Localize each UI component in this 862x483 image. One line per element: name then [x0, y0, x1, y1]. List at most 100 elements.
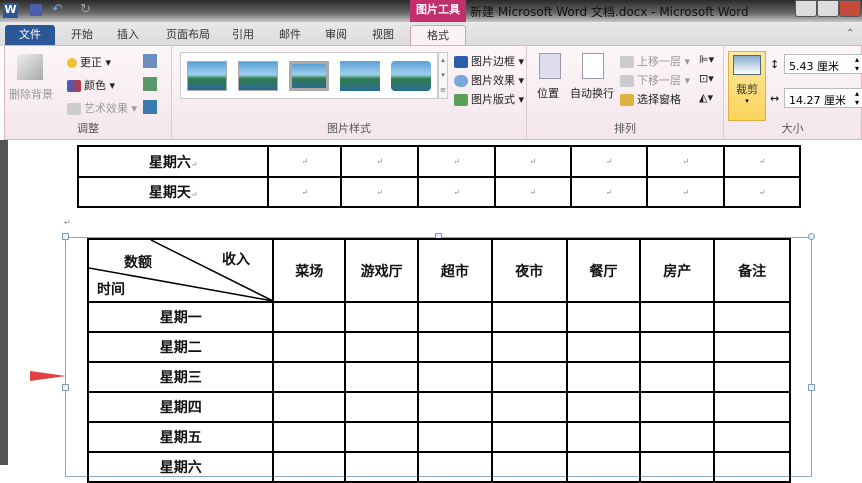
- tab-mailings[interactable]: 邮件: [272, 25, 308, 46]
- resize-handle[interactable]: [808, 233, 815, 240]
- row-label[interactable]: 星期天↵: [76, 176, 270, 208]
- redo-icon[interactable]: ↻: [80, 2, 91, 17]
- table-cell[interactable]: [344, 331, 419, 363]
- tab-insert[interactable]: 插入: [108, 25, 148, 46]
- table-cell[interactable]: [639, 331, 716, 363]
- picture-effects-button[interactable]: 图片效果 ▾: [454, 72, 524, 88]
- remove-background-button[interactable]: 删除背景: [9, 86, 53, 102]
- table-cell[interactable]: [417, 391, 493, 423]
- table-cell[interactable]: [272, 451, 347, 483]
- table-cell[interactable]: [490, 301, 568, 333]
- table-cell[interactable]: [565, 331, 642, 363]
- undo-icon[interactable]: ↶: [52, 2, 63, 17]
- resize-handle[interactable]: [808, 384, 815, 391]
- group-icon[interactable]: ⊡▾: [699, 72, 714, 85]
- minimize-button[interactable]: [795, 0, 817, 17]
- table-cell[interactable]: [344, 391, 419, 423]
- table-cell[interactable]: [417, 331, 493, 363]
- table-cell[interactable]: [272, 331, 347, 363]
- width-input[interactable]: 14.27 厘米 ▴ ▾: [784, 88, 862, 108]
- column-header[interactable]: 夜市: [490, 238, 568, 303]
- position-button[interactable]: 位置: [537, 85, 559, 101]
- style-thumb[interactable]: [289, 61, 329, 91]
- table-cell[interactable]: [565, 361, 642, 393]
- table-cell[interactable]: [490, 361, 568, 393]
- table-cell[interactable]: [417, 361, 493, 393]
- height-spinner[interactable]: ▴ ▾: [855, 55, 859, 73]
- tab-file[interactable]: 文件: [5, 25, 55, 46]
- table-cell[interactable]: [272, 361, 347, 393]
- table-cell[interactable]: [713, 361, 791, 393]
- table-cell[interactable]: [713, 301, 791, 333]
- artistic-effects-button[interactable]: 艺术效果 ▾: [67, 100, 137, 116]
- bring-forward-button[interactable]: 上移一层 ▾: [620, 53, 690, 69]
- selection-pane-button[interactable]: 选择窗格: [620, 91, 681, 107]
- row-label[interactable]: 星期二: [86, 331, 275, 363]
- diagonal-header-cell[interactable]: 收入 数额 时间: [86, 238, 275, 303]
- table-cell[interactable]: [272, 391, 347, 423]
- column-header[interactable]: 超市: [417, 238, 493, 303]
- picture-border-button[interactable]: 图片边框 ▾: [454, 53, 524, 69]
- collapse-ribbon-icon[interactable]: ⌃: [846, 28, 854, 39]
- wrap-text-button[interactable]: 自动换行: [570, 85, 614, 101]
- resize-handle[interactable]: [62, 384, 69, 391]
- table-cell[interactable]: [490, 331, 568, 363]
- row-label[interactable]: 星期四: [86, 391, 275, 423]
- table-cell[interactable]: [417, 451, 493, 483]
- rotate-icon[interactable]: ◭▾: [699, 91, 713, 104]
- color-button[interactable]: 颜色 ▾: [67, 77, 115, 93]
- row-label[interactable]: 星期三: [86, 361, 275, 393]
- align-icon[interactable]: ⊫▾: [699, 53, 714, 66]
- compress-pictures-icon[interactable]: [143, 54, 157, 68]
- corrections-button[interactable]: 更正 ▾: [67, 54, 111, 70]
- column-header[interactable]: 游戏厅: [344, 238, 419, 303]
- row-label[interactable]: 星期一: [86, 301, 275, 333]
- table-cell[interactable]: [713, 451, 791, 483]
- column-header[interactable]: 菜场: [272, 238, 347, 303]
- table-cell[interactable]: [417, 421, 493, 453]
- table-cell[interactable]: [344, 301, 419, 333]
- table-cell[interactable]: [344, 421, 419, 453]
- row-label[interactable]: 星期六: [86, 451, 275, 483]
- maximize-button[interactable]: [817, 0, 839, 17]
- table-cell[interactable]: [565, 391, 642, 423]
- column-header[interactable]: 房产: [639, 238, 716, 303]
- style-thumb[interactable]: [340, 61, 380, 91]
- close-button[interactable]: [839, 0, 861, 17]
- table-cell[interactable]: [272, 421, 347, 453]
- style-thumb[interactable]: [391, 61, 431, 91]
- change-picture-icon[interactable]: [143, 77, 157, 91]
- crop-button[interactable]: 裁剪 ▾: [728, 51, 766, 121]
- table-cell[interactable]: [490, 451, 568, 483]
- style-thumb[interactable]: [238, 61, 278, 91]
- tab-home[interactable]: 开始: [62, 25, 102, 46]
- tab-review[interactable]: 审阅: [318, 25, 354, 46]
- send-backward-button[interactable]: 下移一层 ▾: [620, 72, 690, 88]
- width-spinner[interactable]: ▴ ▾: [855, 89, 859, 107]
- picture-layout-button[interactable]: 图片版式 ▾: [454, 91, 524, 107]
- resize-handle[interactable]: [62, 233, 69, 240]
- table-cell[interactable]: [565, 421, 642, 453]
- save-icon[interactable]: [30, 4, 42, 16]
- table-cell[interactable]: [639, 361, 716, 393]
- table-cell[interactable]: [490, 391, 568, 423]
- height-input[interactable]: 5.43 厘米 ▴ ▾: [784, 54, 862, 74]
- table-cell[interactable]: [344, 451, 419, 483]
- reset-picture-icon[interactable]: [143, 100, 157, 114]
- table-cell[interactable]: [344, 361, 419, 393]
- table-cell[interactable]: [639, 391, 716, 423]
- tab-view[interactable]: 视图: [365, 25, 401, 46]
- table-cell[interactable]: [713, 421, 791, 453]
- table-cell[interactable]: [713, 391, 791, 423]
- table-cell[interactable]: [565, 301, 642, 333]
- tab-page-layout[interactable]: 页面布局: [158, 25, 218, 46]
- table-cell[interactable]: [272, 301, 347, 333]
- table-cell[interactable]: [639, 301, 716, 333]
- tab-format[interactable]: 格式: [410, 25, 466, 46]
- table-cell[interactable]: [639, 421, 716, 453]
- gallery-scroll[interactable]: ▴ ▾ ≡: [438, 52, 448, 99]
- style-thumb[interactable]: [187, 61, 227, 91]
- tab-references[interactable]: 引用: [225, 25, 261, 46]
- row-label[interactable]: 星期六↵: [76, 145, 270, 178]
- column-header[interactable]: 餐厅: [565, 238, 642, 303]
